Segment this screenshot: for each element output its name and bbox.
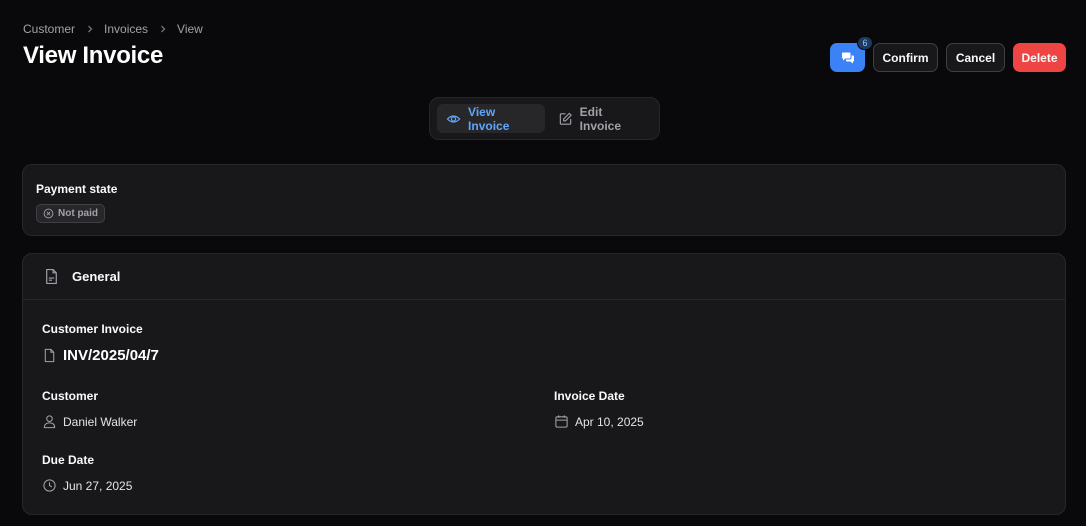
tab-edit-invoice-label: Edit Invoice bbox=[579, 104, 622, 133]
x-circle-icon bbox=[43, 208, 54, 219]
tab-view-invoice[interactable]: View Invoice bbox=[437, 104, 545, 133]
invoice-date-label: Invoice Date bbox=[554, 389, 625, 403]
document-icon bbox=[46, 269, 57, 284]
invoice-date-value: Apr 10, 2025 bbox=[554, 414, 644, 429]
general-section-header[interactable]: General bbox=[23, 254, 1065, 300]
header-actions: 6 Confirm Cancel Delete bbox=[830, 36, 1066, 72]
chat-bubbles-icon bbox=[841, 52, 854, 63]
customer-name: Daniel Walker bbox=[63, 414, 138, 429]
general-title: General bbox=[72, 269, 121, 284]
tab-edit-invoice[interactable]: Edit Invoice bbox=[549, 104, 652, 133]
tab-view-invoice-label: View Invoice bbox=[468, 104, 510, 133]
chat-count-badge: 6 bbox=[857, 36, 873, 50]
customer-label: Customer bbox=[42, 389, 99, 403]
general-card: General Customer Invoice INV/2025/04/7 C… bbox=[22, 253, 1066, 515]
delete-button[interactable]: Delete bbox=[1013, 43, 1066, 72]
invoice-date-text: Apr 10, 2025 bbox=[575, 414, 644, 429]
breadcrumb-item-view: View bbox=[177, 22, 203, 36]
customer-invoice-value: INV/2025/04/7 bbox=[42, 347, 159, 364]
confirm-button[interactable]: Confirm bbox=[873, 43, 938, 72]
cancel-button[interactable]: Cancel bbox=[946, 43, 1005, 72]
chat-button[interactable]: 6 bbox=[830, 36, 873, 72]
view-edit-tabs: View Invoice Edit Invoice bbox=[429, 97, 660, 140]
customer-value: Daniel Walker bbox=[42, 414, 137, 429]
payment-state-label: Payment state bbox=[36, 182, 118, 196]
breadcrumb-item-invoices[interactable]: Invoices bbox=[104, 22, 148, 36]
file-icon bbox=[44, 348, 55, 363]
due-date-text: Jun 27, 2025 bbox=[63, 478, 133, 493]
payment-state-card: Payment state Not paid bbox=[22, 164, 1066, 236]
status-badge-text: Not paid bbox=[58, 208, 98, 219]
customer-invoice-label: Customer Invoice bbox=[42, 322, 143, 336]
breadcrumb: Customer Invoices View bbox=[23, 22, 203, 36]
pencil-icon bbox=[559, 112, 572, 125]
status-badge: Not paid bbox=[36, 204, 105, 223]
user-icon bbox=[43, 415, 56, 429]
due-date-value: Jun 27, 2025 bbox=[42, 478, 132, 493]
calendar-icon bbox=[555, 415, 568, 428]
chevron-right-icon bbox=[148, 24, 177, 34]
breadcrumb-item-customer[interactable]: Customer bbox=[23, 22, 75, 36]
page-title: View Invoice bbox=[23, 42, 164, 69]
invoice-number: INV/2025/04/7 bbox=[63, 347, 159, 364]
clock-icon bbox=[43, 479, 56, 492]
chevron-right-icon bbox=[75, 24, 104, 34]
due-date-label: Due Date bbox=[42, 453, 95, 467]
eye-icon bbox=[446, 114, 461, 123]
